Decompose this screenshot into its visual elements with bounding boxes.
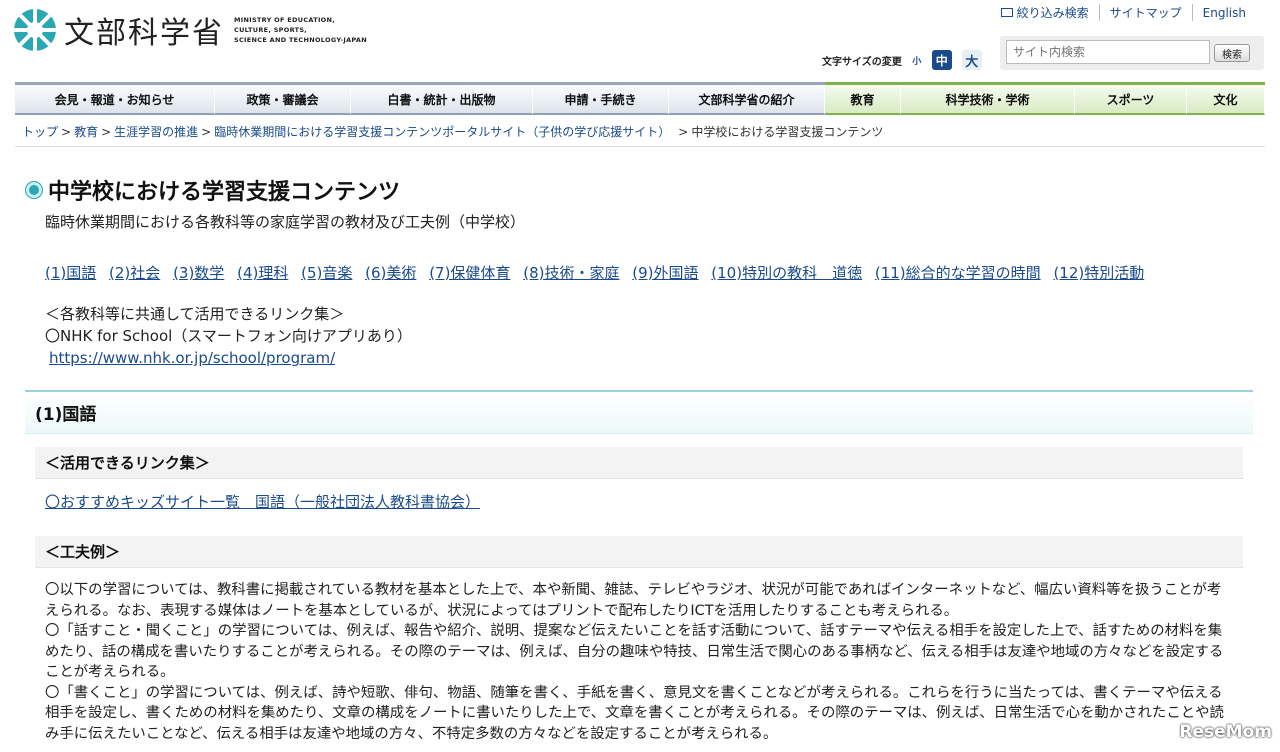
subject-link-social[interactable]: (2)社会 xyxy=(109,264,160,282)
nav-accent-bar xyxy=(825,82,1265,85)
nav-item-culture[interactable]: 文化 xyxy=(1187,85,1265,115)
subject-link-moral[interactable]: (10)特別の教科 道徳 xyxy=(711,264,862,282)
font-size-medium-button[interactable]: 中 xyxy=(931,50,952,70)
utility-links: 絞り込み検索 サイトマップ English xyxy=(991,4,1256,21)
common-links: ＜各教科等に共通して活用できるリンク集＞ 〇NHK for School（スマー… xyxy=(45,303,412,369)
subject-link-tech-home[interactable]: (8)技術・家庭 xyxy=(523,264,619,282)
font-size-label: 文字サイズの変更 xyxy=(822,56,902,68)
breadcrumb-link-portal[interactable]: 臨時休業期間における学習支援コンテンツポータルサイト（子供の学び応援サイト） xyxy=(214,125,670,139)
subject-link-science[interactable]: (4)理科 xyxy=(237,264,288,282)
nav-item-policy[interactable]: 政策・審議会 xyxy=(215,85,351,115)
filter-search-link[interactable]: 絞り込み検索 xyxy=(991,4,1099,21)
links-subheading: ＜活用できるリンク集＞ xyxy=(35,447,1243,479)
filter-search-icon xyxy=(1000,8,1013,17)
kids-site-link-row: 〇おすすめキッズサイト一覧 国語（一般社団法人教科書協会） xyxy=(45,491,480,512)
subject-link-special[interactable]: (12)特別活動 xyxy=(1053,264,1144,282)
common-links-heading: ＜各教科等に共通して活用できるリンク集＞ xyxy=(45,305,345,323)
subject-link-art[interactable]: (6)美術 xyxy=(365,264,416,282)
ideas-subheading: ＜工夫例＞ xyxy=(35,536,1243,568)
subject-link-music[interactable]: (5)音楽 xyxy=(301,264,352,282)
idea-paragraph: 〇「話すこと・聞くこと」の学習については、例えば、報告や紹介、説明、提案など伝え… xyxy=(45,623,1224,680)
nav-item-about[interactable]: 文部科学省の紹介 xyxy=(669,85,825,115)
divider xyxy=(15,146,1265,147)
resemom-watermark: ReseMom xyxy=(1179,722,1272,742)
logo-emblem-icon xyxy=(14,9,56,51)
subject-link-japanese[interactable]: (1)国語 xyxy=(45,264,96,282)
font-size-small-button[interactable]: 小 xyxy=(907,51,926,69)
kids-site-link[interactable]: 〇おすすめキッズサイト一覧 国語（一般社団法人教科書協会） xyxy=(45,493,480,511)
page-subtitle: 臨時休業期間における各教科等の家庭学習の教材及び工夫例（中学校） xyxy=(45,213,526,231)
breadcrumb-link-top[interactable]: トップ xyxy=(22,125,58,139)
breadcrumb-link-education[interactable]: 教育 xyxy=(74,125,98,139)
breadcrumb-current: 中学校における学習支援コンテンツ xyxy=(691,125,884,139)
site-header: 文部科学省 MINISTRY OF EDUCATION, CULTURE, SP… xyxy=(0,0,1280,80)
logo-text-jp: 文部科学省 xyxy=(64,16,224,51)
section-heading-japanese: (1)国語 xyxy=(25,392,1253,434)
search-button[interactable]: 検索 xyxy=(1214,44,1250,62)
breadcrumb-link-lifelong[interactable]: 生涯学習の推進 xyxy=(114,125,198,139)
subject-link-foreign-lang[interactable]: (9)外国語 xyxy=(632,264,698,282)
nav-item-press[interactable]: 会見・報道・お知らせ xyxy=(15,85,215,115)
english-link[interactable]: English xyxy=(1191,4,1256,21)
nav-item-science[interactable]: 科学技術・学術 xyxy=(901,85,1075,115)
title-bullet-icon xyxy=(26,182,42,198)
font-size-large-button[interactable]: 大 xyxy=(961,50,982,70)
common-link-item: 〇NHK for School（スマートフォン向けアプリあり） xyxy=(45,327,412,345)
idea-paragraph: 〇「書くこと」の学習については、例えば、詩や短歌、俳句、物語、随筆を書く、手紙を… xyxy=(45,684,1224,742)
page-title: 中学校における学習支援コンテンツ xyxy=(26,174,400,206)
nhk-link[interactable]: https://www.nhk.or.jp/school/program/ xyxy=(49,349,335,367)
breadcrumb: トップ > 教育 > 生涯学習の推進 > 臨時休業期間における学習支援コンテンツポータルサイ… xyxy=(22,125,884,139)
subject-link-integrated[interactable]: (11)総合的な学習の時間 xyxy=(875,264,1041,282)
nav-item-education[interactable]: 教育 xyxy=(825,85,901,115)
logo-text-en: MINISTRY OF EDUCATION, CULTURE, SPORTS, … xyxy=(234,16,367,44)
ideas-body: 〇以下の学習については、教科書に掲載されている教材を基本とした上で、本や新聞、雑… xyxy=(45,580,1235,744)
site-search: 検索 xyxy=(1000,36,1264,70)
global-nav: 会見・報道・お知らせ 政策・審議会 白書・統計・出版物 申請・手続き 文部科学省… xyxy=(15,82,1265,115)
subject-link-list: (1)国語 (2)社会 (3)数学 (4)理科 (5)音楽 (6)美術 (7)保… xyxy=(45,262,1152,283)
font-size-switcher: 文字サイズの変更 小 中 大 xyxy=(822,50,982,70)
nav-item-application[interactable]: 申請・手続き xyxy=(533,85,669,115)
nav-item-sports[interactable]: スポーツ xyxy=(1075,85,1187,115)
site-search-input[interactable] xyxy=(1006,40,1210,64)
idea-paragraph: 〇以下の学習については、教科書に掲載されている教材を基本とした上で、本や新聞、雑… xyxy=(45,582,1222,619)
sitemap-link[interactable]: サイトマップ xyxy=(1098,4,1192,21)
subject-link-math[interactable]: (3)数学 xyxy=(173,264,224,282)
mext-logo[interactable]: 文部科学省 MINISTRY OF EDUCATION, CULTURE, SP… xyxy=(14,8,367,52)
subject-link-pe[interactable]: (7)保健体育 xyxy=(429,264,510,282)
nav-item-whitepaper[interactable]: 白書・統計・出版物 xyxy=(351,85,533,115)
